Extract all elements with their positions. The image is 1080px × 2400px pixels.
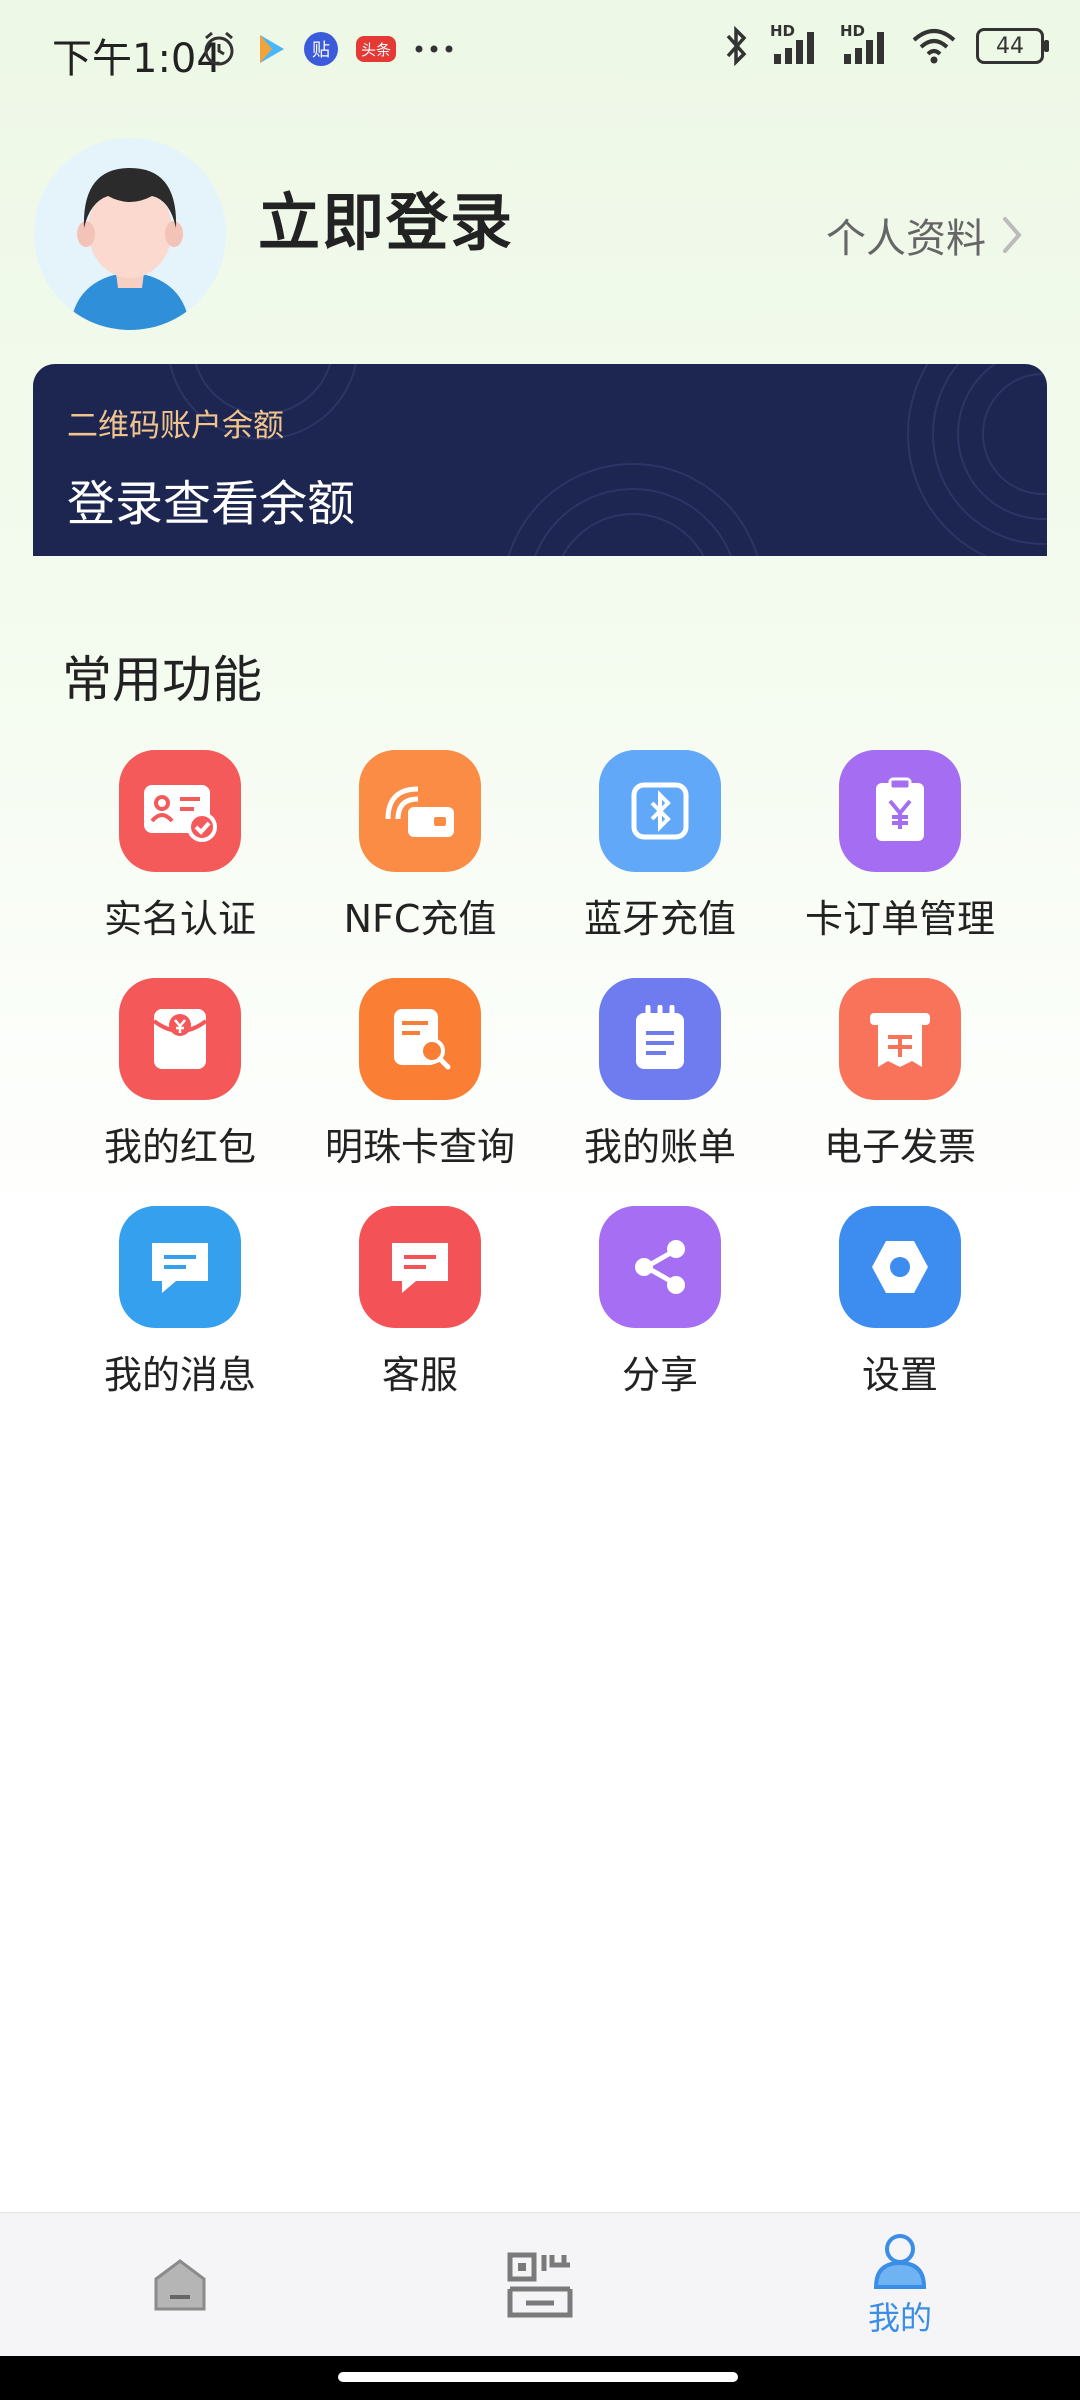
nav-home[interactable]: [0, 2213, 360, 2357]
wifi-icon: [912, 29, 956, 64]
toutiao-icon-text: 头条: [360, 40, 391, 59]
bluetooth-icon: [631, 782, 689, 840]
qr-code-icon: [507, 2252, 573, 2318]
more-icon: [415, 45, 453, 53]
settings-hexagon-icon: [872, 1241, 928, 1293]
function-label: 实名认证: [103, 897, 256, 941]
system-icons: HD HD 44: [722, 22, 1049, 66]
home-icon: [154, 2259, 206, 2311]
invoice-icon: [870, 1013, 930, 1067]
red-envelope-icon: [152, 1009, 208, 1069]
message-icon: [152, 1243, 208, 1293]
profile-link[interactable]: 个人资料: [826, 206, 1024, 264]
bluetooth-icon: [726, 26, 747, 66]
avatar[interactable]: [34, 138, 226, 330]
bottom-nav: 我的: [0, 2212, 1080, 2357]
function-real-name[interactable]: 实名认证: [60, 750, 300, 978]
function-label: 卡订单管理: [804, 897, 995, 941]
tieba-icon-text: 贴: [312, 40, 330, 61]
chevron-right-icon: [1003, 217, 1022, 253]
nav-mine[interactable]: 我的: [720, 2213, 1080, 2357]
bill-clipboard-icon: [636, 1005, 684, 1069]
function-pearl-card-query[interactable]: 明珠卡查询: [300, 978, 540, 1206]
function-my-bill[interactable]: 我的账单: [540, 978, 780, 1206]
default-avatar-icon: [34, 138, 226, 330]
functions-grid: 实名认证 NFC充值 蓝牙充值 卡订单管理 我的红包 明珠卡查询 我的账单 电子…: [60, 750, 1020, 1434]
function-red-envelope[interactable]: 我的红包: [60, 978, 300, 1206]
nav-mine-label: 我的: [867, 2299, 932, 2337]
function-customer-service[interactable]: 客服: [300, 1206, 540, 1434]
nav-qr-code[interactable]: [360, 2213, 720, 2357]
doc-search-icon: [394, 1009, 451, 1070]
function-label: 明珠卡查询: [324, 1125, 515, 1169]
function-bluetooth-recharge[interactable]: 蓝牙充值: [540, 750, 780, 978]
signal-icon-2: HD: [840, 22, 892, 66]
function-settings[interactable]: 设置: [780, 1206, 1020, 1434]
home-indicator[interactable]: [338, 2372, 738, 2382]
login-title[interactable]: 立即登录: [258, 172, 514, 262]
function-share[interactable]: 分享: [540, 1206, 780, 1434]
function-label: 设置: [861, 1353, 938, 1397]
battery-level: 44: [996, 33, 1024, 59]
section-title: 常用功能: [62, 651, 262, 709]
function-label: 蓝牙充值: [583, 897, 736, 941]
function-nfc-recharge[interactable]: NFC充值: [300, 750, 540, 978]
id-card-icon: [144, 785, 217, 842]
status-bar: 下午1:04 贴 头条 HD HD 44: [0, 0, 1080, 104]
balance-label: 二维码账户余额: [67, 408, 284, 444]
nfc-card-icon: [385, 786, 454, 837]
function-label: 我的消息: [103, 1353, 256, 1397]
share-icon: [635, 1240, 685, 1294]
battery-icon: 44: [976, 28, 1049, 64]
function-label: NFC充值: [343, 897, 497, 941]
customer-service-icon: [392, 1243, 448, 1293]
function-card-orders[interactable]: 卡订单管理: [780, 750, 1020, 978]
notification-icons: 贴 头条: [200, 30, 454, 68]
play-icon: [260, 35, 284, 63]
function-label: 我的红包: [103, 1125, 256, 1169]
alarm-icon: [204, 31, 234, 66]
user-icon: [873, 2234, 927, 2289]
function-label: 我的账单: [583, 1125, 736, 1169]
function-e-invoice[interactable]: 电子发票: [780, 978, 1020, 1206]
signal-icon: HD: [770, 22, 822, 66]
balance-value: 登录查看余额: [67, 476, 356, 532]
function-label: 电子发票: [823, 1125, 976, 1169]
status-time: 下午1:04: [52, 36, 222, 82]
balance-card[interactable]: 二维码账户余额 登录查看余额: [33, 364, 1047, 556]
tieba-icon: 贴: [304, 32, 338, 66]
system-nav-bar: [0, 2356, 1080, 2400]
function-my-messages[interactable]: 我的消息: [60, 1206, 300, 1434]
toutiao-icon: 头条: [356, 36, 396, 62]
function-label: 分享: [621, 1353, 698, 1397]
function-label: 客服: [381, 1353, 458, 1397]
yuan-order-icon: [876, 777, 924, 841]
profile-link-label: 个人资料: [826, 216, 986, 262]
